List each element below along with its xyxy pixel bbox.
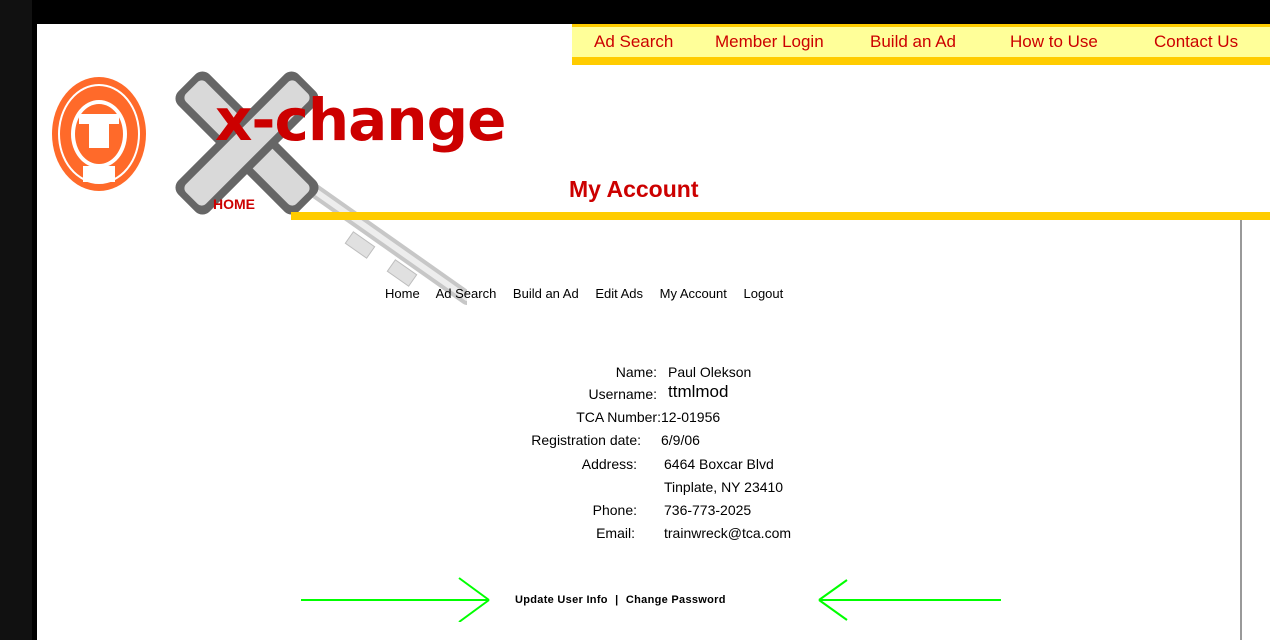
top-nav-member-login[interactable]: Member Login — [715, 32, 824, 52]
username-value: ttmlmod — [668, 382, 729, 401]
right-divider — [1240, 220, 1242, 640]
email-value: trainwreck@tca.com — [664, 525, 792, 541]
account-actions: Update User Info | Change Password — [515, 594, 726, 606]
email-label: Email: — [596, 525, 635, 541]
page-frame: Ad Search Member Login Build an Ad How t… — [37, 24, 1270, 640]
brand-wordmark: x-change — [215, 86, 506, 154]
tca-seal-logo — [52, 77, 146, 191]
phone-value: 736-773-2025 — [664, 502, 752, 518]
sub-nav-logout[interactable]: Logout — [743, 286, 783, 301]
link-separator: | — [615, 594, 619, 606]
top-nav-build-an-ad[interactable]: Build an Ad — [870, 32, 956, 52]
name-label: Name: — [615, 364, 657, 380]
sub-navigation: Home Ad Search Build an Ad Edit Ads My A… — [385, 286, 796, 301]
address-line1-value: 6464 Boxcar Blvd — [664, 456, 774, 472]
top-navigation: Ad Search Member Login Build an Ad How t… — [572, 24, 1270, 65]
page-title: My Account — [569, 176, 699, 202]
left-edge-bar — [0, 0, 32, 640]
left-pointing-arrow-icon — [818, 579, 1001, 621]
registration-date-value: 6/9/06 — [661, 432, 700, 448]
tca-number-value: 12-01956 — [661, 409, 721, 425]
sub-nav-my-account[interactable]: My Account — [660, 286, 727, 301]
title-divider — [291, 212, 1270, 220]
home-link[interactable]: HOME — [213, 196, 255, 212]
top-nav-how-to-use[interactable]: How to Use — [1010, 32, 1098, 52]
change-password-link[interactable]: Change Password — [626, 594, 726, 606]
sub-nav-ad-search[interactable]: Ad Search — [436, 286, 497, 301]
registration-date-label: Registration date: — [531, 432, 641, 448]
address-label: Address: — [581, 456, 637, 472]
sub-nav-build-an-ad[interactable]: Build an Ad — [513, 286, 579, 301]
top-nav-contact-us[interactable]: Contact Us — [1154, 32, 1238, 52]
name-value: Paul Olekson — [668, 364, 752, 380]
right-pointing-arrow-icon — [301, 577, 490, 622]
update-user-info-link[interactable]: Update User Info — [515, 594, 608, 606]
sub-nav-edit-ads[interactable]: Edit Ads — [595, 286, 643, 301]
phone-label: Phone: — [592, 502, 637, 518]
sub-nav-home[interactable]: Home — [385, 286, 420, 301]
username-label: Username: — [588, 386, 657, 402]
tca-number-label: TCA Number: — [576, 409, 661, 425]
top-nav-ad-search[interactable]: Ad Search — [594, 32, 673, 52]
address-line2-value: Tinplate, NY 23410 — [664, 479, 784, 495]
